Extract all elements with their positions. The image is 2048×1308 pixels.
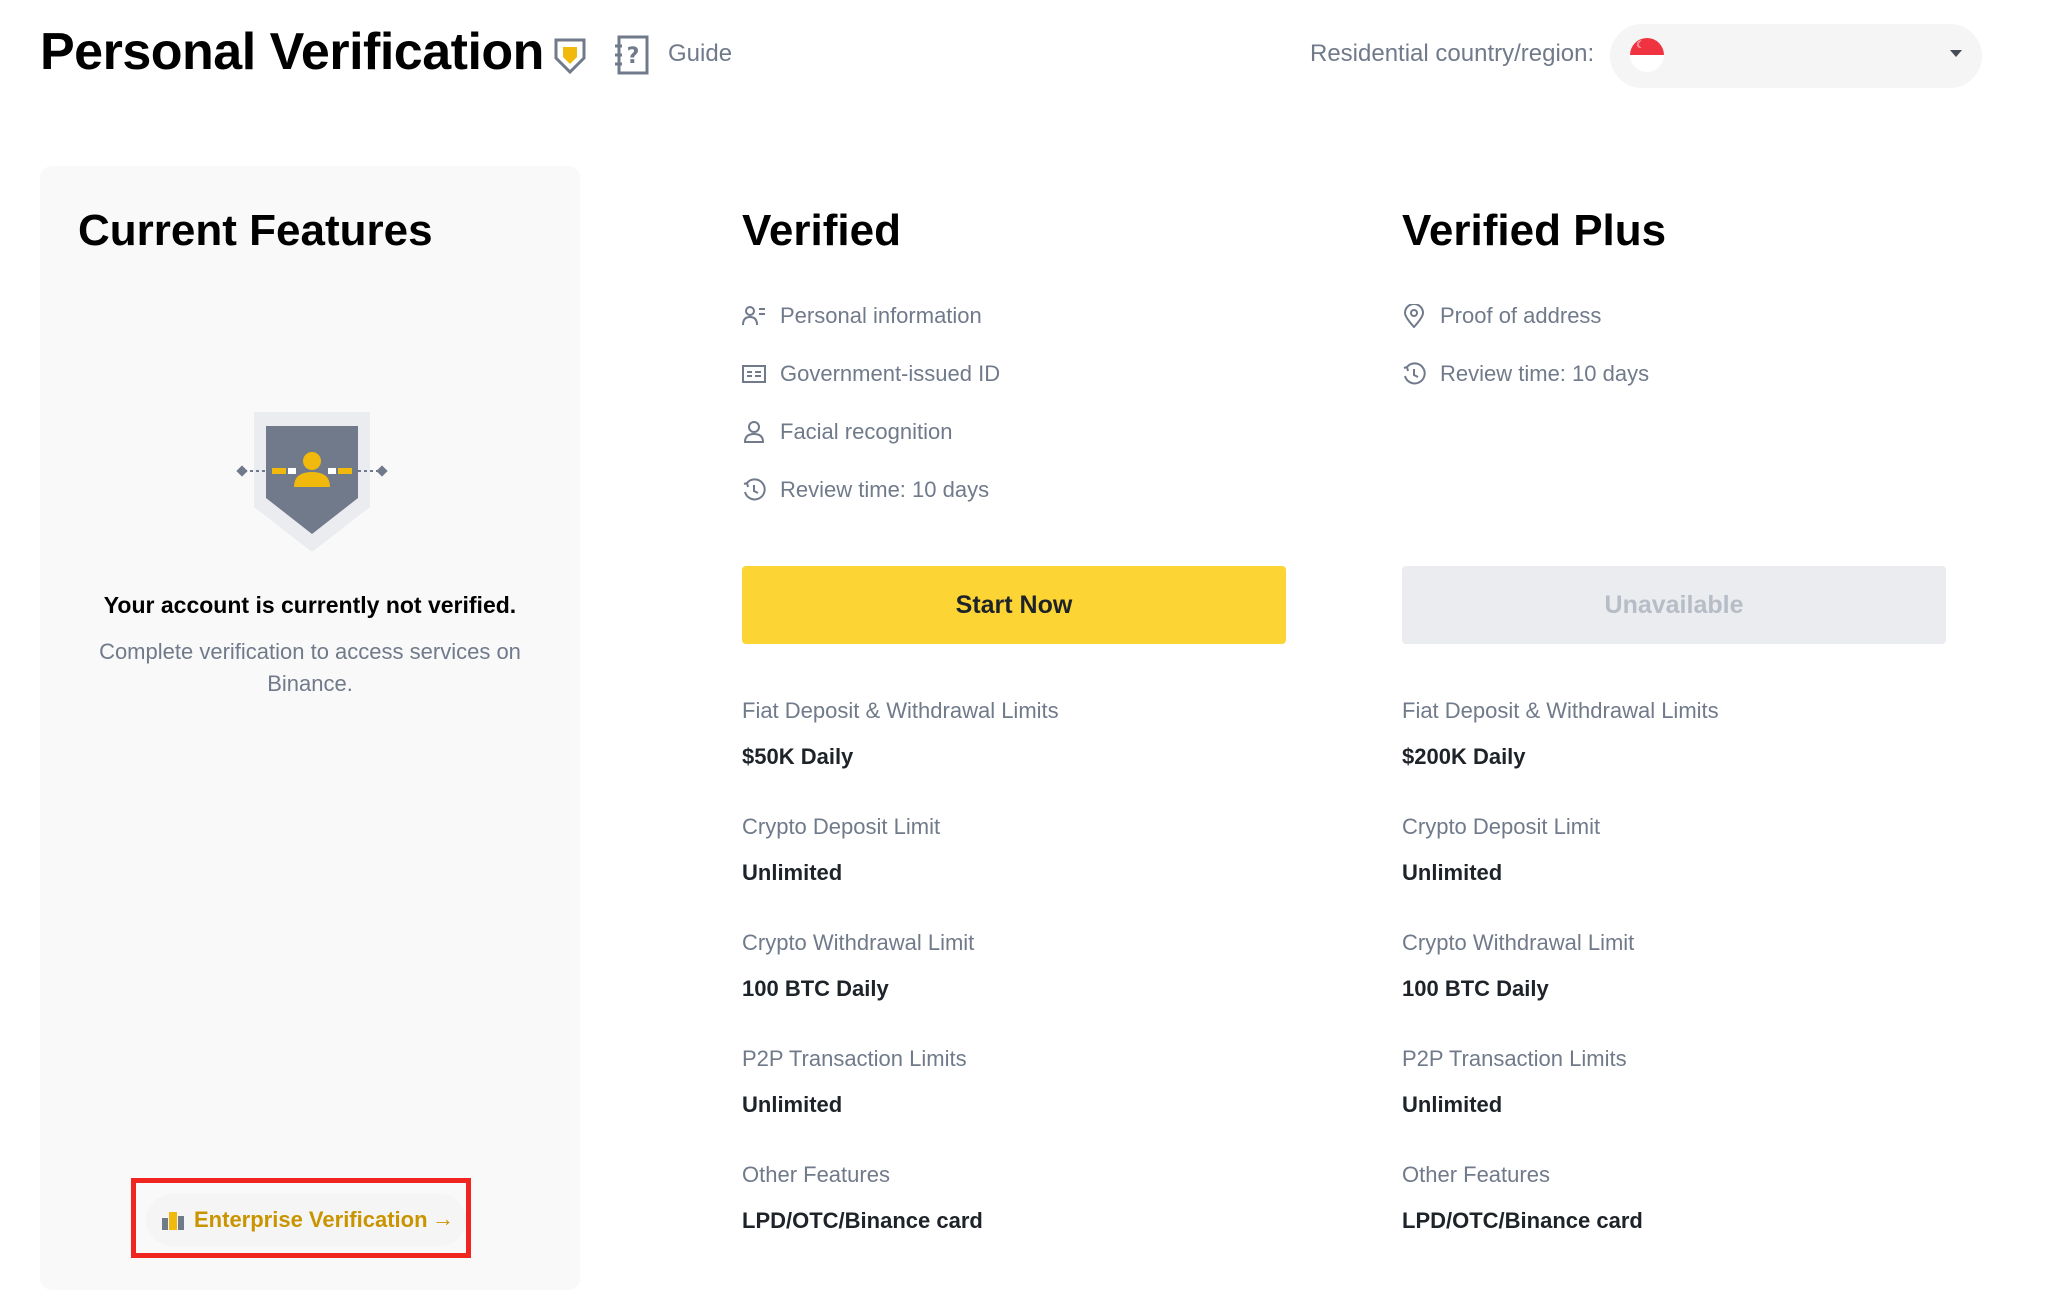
limit-label: Crypto Withdrawal Limit xyxy=(1402,930,1635,955)
current-features-title: Current Features xyxy=(78,206,433,255)
limit-label: Fiat Deposit & Withdrawal Limits xyxy=(1402,698,1719,723)
limit-value: 100 BTC Daily xyxy=(1402,976,1549,1001)
limit-label: Crypto Withdrawal Limit xyxy=(742,930,975,955)
clock-icon xyxy=(1403,362,1426,385)
requirement-item: Facial recognition xyxy=(742,416,952,448)
tier-title-verified-plus: Verified Plus xyxy=(1402,206,1667,255)
unavailable-button[interactable]: Unavailable xyxy=(1402,566,1946,644)
requirement-label: Proof of address xyxy=(1440,303,1602,328)
arrow-right-icon: → xyxy=(432,1206,454,1231)
country-select[interactable]: ☾ xyxy=(1610,24,1982,88)
limit-label: Crypto Deposit Limit xyxy=(742,814,941,839)
chevron-down-icon xyxy=(1950,50,1962,57)
building-icon xyxy=(162,1212,184,1230)
limit-label: P2P Transaction Limits xyxy=(1402,1046,1627,1071)
limit-value: Unlimited xyxy=(1402,860,1503,885)
requirement-label: Facial recognition xyxy=(780,419,953,444)
requirement-label: Personal information xyxy=(780,303,982,328)
guide-book-icon[interactable]: ? xyxy=(614,34,650,76)
unverified-status-title: Your account is currently not verified. xyxy=(103,592,517,618)
limit-value: Unlimited xyxy=(742,860,843,885)
id-card-icon xyxy=(742,365,766,383)
clock-icon xyxy=(743,478,766,501)
limit-label: Other Features xyxy=(742,1162,890,1187)
limit-value: Unlimited xyxy=(742,1092,843,1117)
personal-info-icon xyxy=(742,306,765,326)
singapore-flag-icon: ☾ xyxy=(1630,38,1664,72)
guide-link[interactable]: Guide xyxy=(668,40,732,68)
limit-value: $50K Daily xyxy=(742,744,854,769)
unverified-status-description: Complete verification to access services… xyxy=(99,639,521,696)
limit-value: LPD/OTC/Binance card xyxy=(742,1208,983,1233)
svg-text:?: ? xyxy=(627,44,640,69)
limit-value: 100 BTC Daily xyxy=(742,976,889,1001)
location-icon xyxy=(1403,304,1425,328)
limit-label: P2P Transaction Limits xyxy=(742,1046,967,1071)
country-label: Residential country/region: xyxy=(1310,40,1595,67)
limit-value: LPD/OTC/Binance card xyxy=(1402,1208,1643,1233)
enterprise-verification-label: Enterprise Verification xyxy=(194,1207,428,1232)
limit-label: Fiat Deposit & Withdrawal Limits xyxy=(742,698,1059,723)
tier-title-verified: Verified xyxy=(742,206,901,255)
page-title: Personal Verification xyxy=(40,23,544,81)
requirement-item: Personal information xyxy=(742,300,982,332)
shield-badge-icon[interactable] xyxy=(552,36,588,76)
requirement-item: Review time: 10 days xyxy=(1402,358,1649,390)
requirement-item: Review time: 10 days xyxy=(742,474,989,506)
limit-value: $200K Daily xyxy=(1402,744,1526,769)
enterprise-verification-button[interactable]: Enterprise Verification → xyxy=(146,1194,466,1246)
requirement-item: Proof of address xyxy=(1402,300,1601,332)
requirement-label: Review time: 10 days xyxy=(780,477,990,502)
face-icon xyxy=(743,421,765,443)
current-features-card xyxy=(40,166,580,1290)
requirement-item: Government-issued ID xyxy=(742,358,1000,390)
requirement-label: Review time: 10 days xyxy=(1440,361,1650,386)
limit-label: Other Features xyxy=(1402,1162,1550,1187)
start-now-button[interactable]: Start Now xyxy=(742,566,1286,644)
requirement-label: Government-issued ID xyxy=(780,361,1001,386)
limit-label: Crypto Deposit Limit xyxy=(1402,814,1601,839)
unverified-shield-illustration xyxy=(236,412,388,552)
limit-value: Unlimited xyxy=(1402,1092,1503,1117)
